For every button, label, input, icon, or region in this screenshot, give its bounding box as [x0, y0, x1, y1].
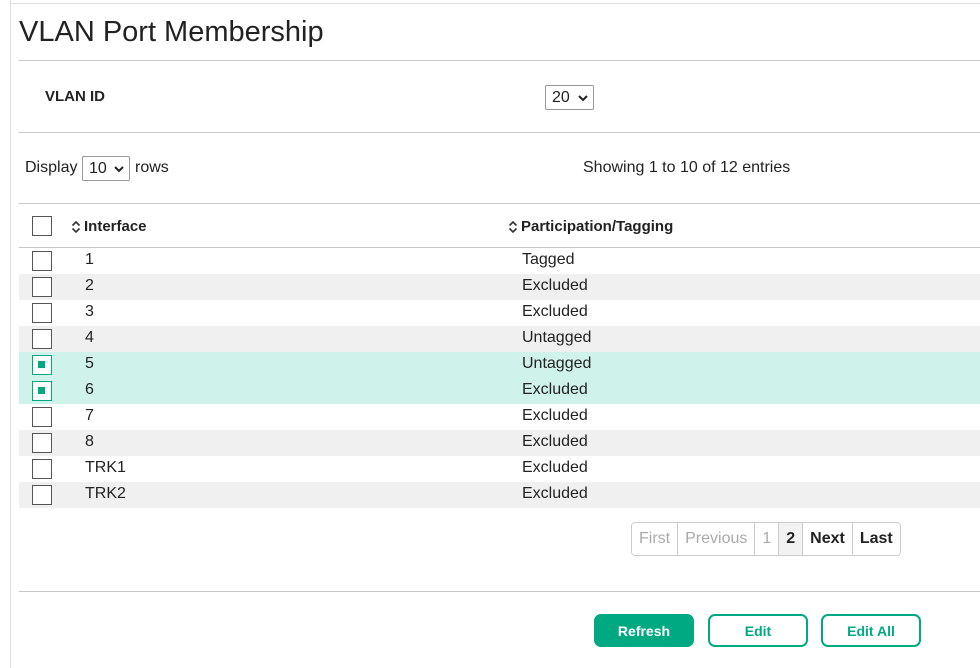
participation-cell: Excluded [522, 277, 588, 294]
row-checkbox-checked[interactable] [32, 355, 52, 375]
page-top-border [10, 3, 980, 4]
row-checkbox[interactable] [32, 277, 52, 297]
pagination-page-1[interactable]: 1 [755, 523, 780, 555]
participation-column-header[interactable]: Participation/Tagging [508, 218, 673, 235]
rows-per-page-value: 10 [89, 159, 107, 177]
interface-cell: 4 [85, 329, 94, 346]
sort-icon [71, 220, 81, 233]
select-all-checkbox[interactable] [32, 216, 52, 236]
page-left-border [10, 0, 11, 668]
footer-divider [19, 591, 980, 592]
rows-label: rows [135, 159, 169, 176]
table-row[interactable]: TRK2 Excluded [19, 482, 980, 508]
interface-cell: 2 [85, 277, 94, 294]
vlan-id-label: VLAN ID [45, 88, 105, 105]
table-row-selected[interactable]: 6 Excluded [19, 378, 980, 404]
row-checkbox[interactable] [32, 407, 52, 427]
vlan-id-select[interactable]: 20 [545, 85, 594, 110]
table-row[interactable]: 3 Excluded [19, 300, 980, 326]
row-checkbox[interactable] [32, 485, 52, 505]
table-row[interactable]: TRK1 Excluded [19, 456, 980, 482]
sort-icon [508, 220, 518, 233]
row-checkbox[interactable] [32, 251, 52, 271]
participation-cell: Excluded [522, 485, 588, 502]
table-header: Interface Participation/Tagging [19, 203, 980, 248]
refresh-button[interactable]: Refresh [594, 614, 694, 647]
edit-button[interactable]: Edit [708, 614, 808, 647]
interface-cell: 1 [85, 251, 94, 268]
pagination-next-button[interactable]: Next [803, 523, 853, 555]
vlan-divider [19, 132, 980, 133]
title-divider [19, 60, 980, 61]
pagination-previous-button[interactable]: Previous [678, 523, 756, 555]
table-row[interactable]: 8 Excluded [19, 430, 980, 456]
participation-cell: Excluded [522, 407, 588, 424]
participation-cell: Untagged [522, 355, 592, 372]
row-checkbox-checked[interactable] [32, 381, 52, 401]
pagination-last-button[interactable]: Last [852, 523, 900, 555]
interface-cell: 7 [85, 407, 94, 424]
display-label: Display [25, 159, 78, 176]
table-row-selected[interactable]: 5 Untagged [19, 352, 980, 378]
row-checkbox[interactable] [32, 329, 52, 349]
interface-header-label: Interface [84, 218, 147, 235]
interface-column-header[interactable]: Interface [71, 218, 147, 235]
vlan-membership-table: Interface Participation/Tagging 1 Tagged… [19, 203, 980, 508]
row-checkbox[interactable] [32, 459, 52, 479]
participation-cell: Excluded [522, 459, 588, 476]
interface-cell: TRK1 [85, 459, 126, 476]
participation-cell: Tagged [522, 251, 575, 268]
interface-cell: TRK2 [85, 485, 126, 502]
chevron-down-icon [114, 165, 124, 172]
table-row[interactable]: 4 Untagged [19, 326, 980, 352]
rows-per-page-select[interactable]: 10 [82, 156, 130, 181]
table-row[interactable]: 2 Excluded [19, 274, 980, 300]
page-title: VLAN Port Membership [19, 16, 324, 48]
interface-cell: 6 [85, 381, 94, 398]
row-checkbox[interactable] [32, 303, 52, 323]
pagination-first-button[interactable]: First [632, 523, 679, 555]
participation-cell: Excluded [522, 433, 588, 450]
table-row[interactable]: 7 Excluded [19, 404, 980, 430]
interface-cell: 8 [85, 433, 94, 450]
interface-cell: 3 [85, 303, 94, 320]
participation-cell: Excluded [522, 303, 588, 320]
participation-cell: Untagged [522, 329, 592, 346]
participation-cell: Excluded [522, 381, 588, 398]
pagination: First Previous 1 2 Next Last [631, 522, 901, 556]
chevron-down-icon [578, 94, 588, 101]
row-checkbox[interactable] [32, 433, 52, 453]
vlan-id-value: 20 [552, 88, 570, 106]
participation-header-label: Participation/Tagging [521, 218, 674, 235]
interface-cell: 5 [85, 355, 94, 372]
pagination-page-2-current[interactable]: 2 [779, 523, 804, 555]
edit-all-button[interactable]: Edit All [821, 614, 921, 647]
table-row[interactable]: 1 Tagged [19, 248, 980, 274]
entries-info: Showing 1 to 10 of 12 entries [583, 159, 791, 176]
